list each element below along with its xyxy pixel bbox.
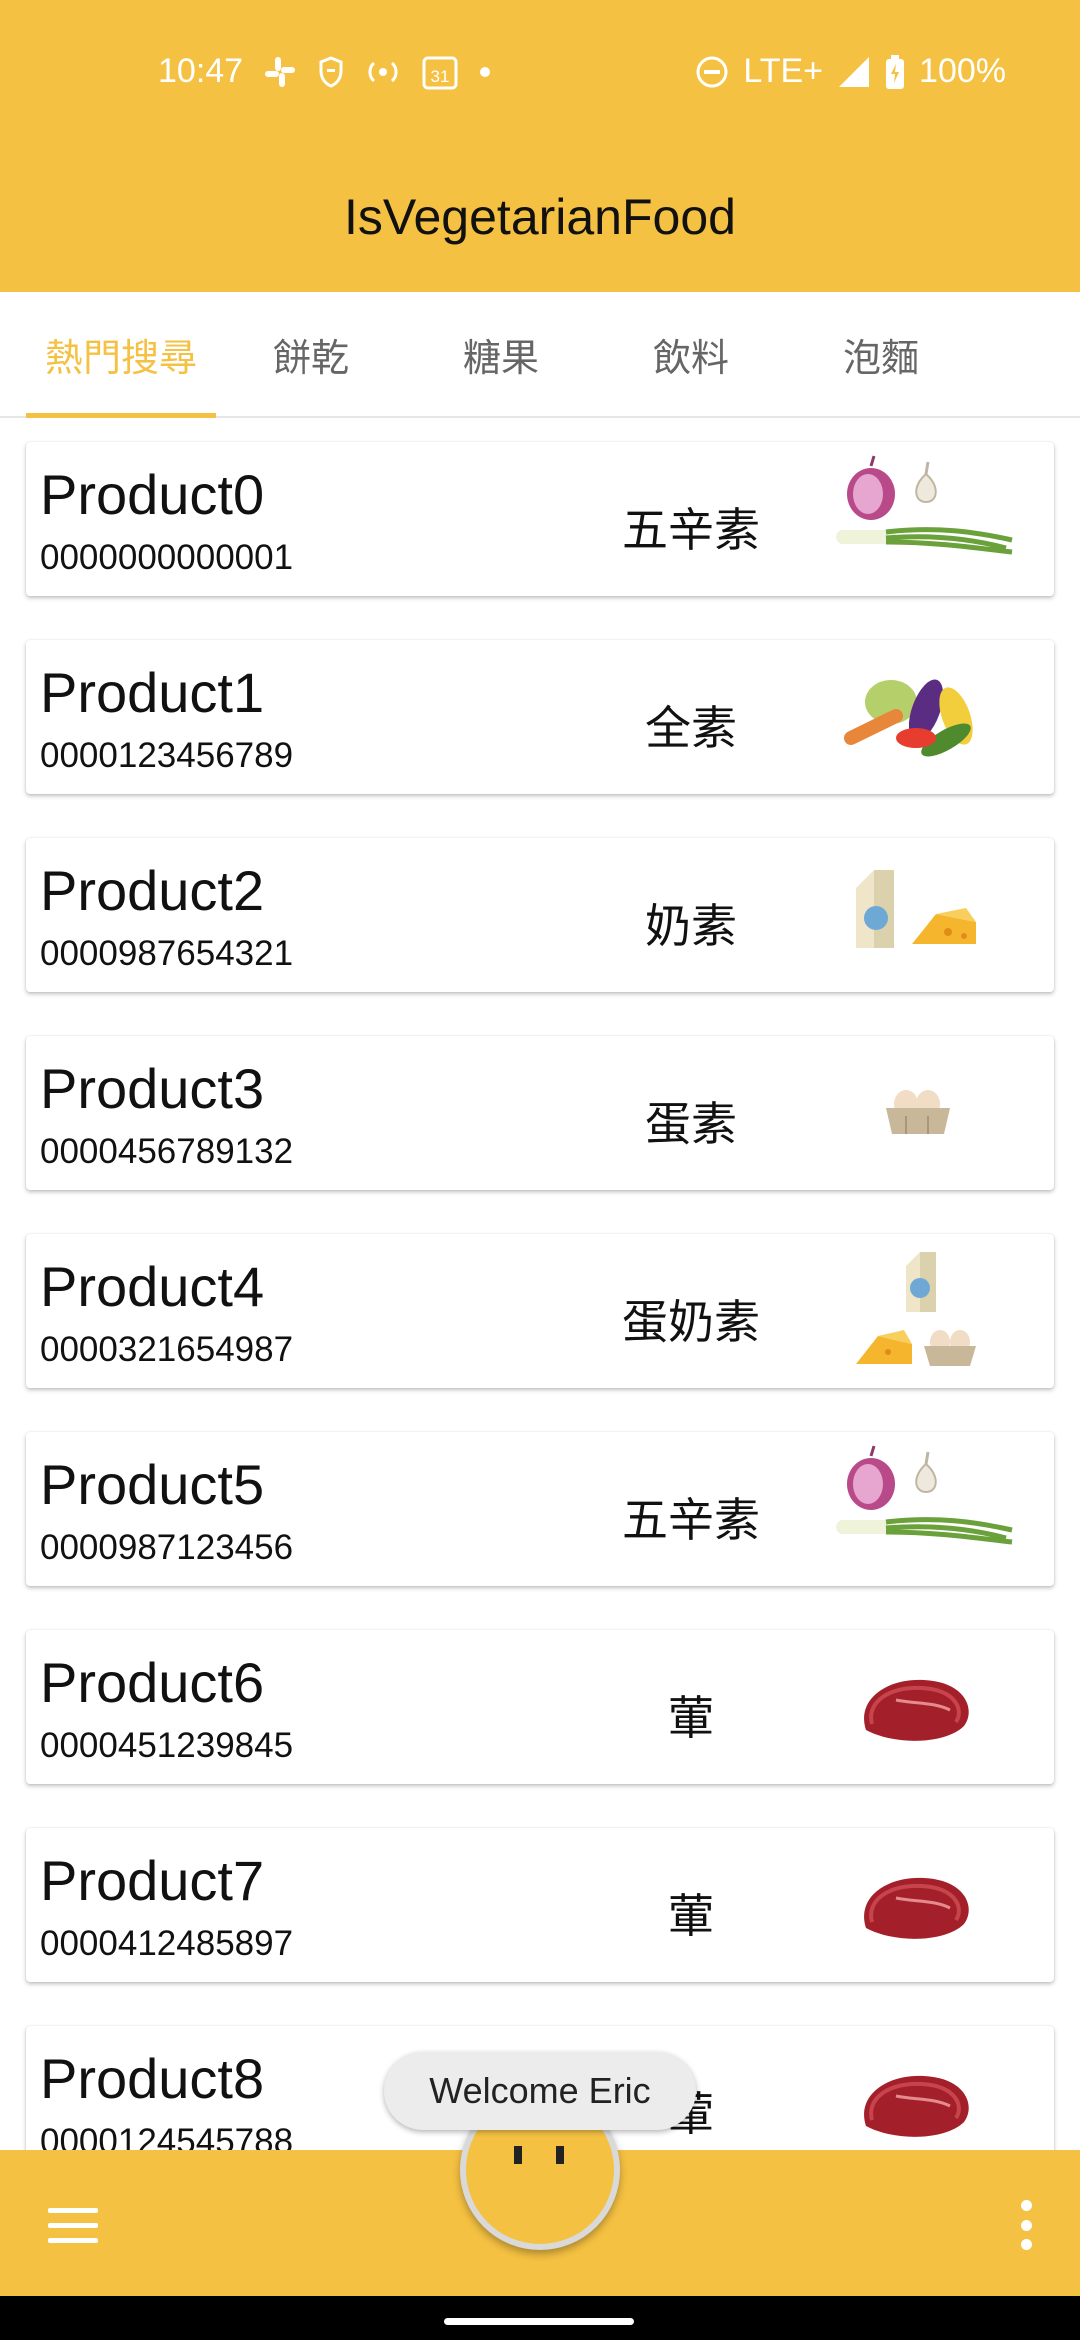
- calendar-day: 31: [431, 67, 450, 86]
- status-bar: 10:47 31 LTE+ 100%: [0, 0, 1080, 150]
- product-barcode: 0000124545788: [40, 2122, 294, 2150]
- product-card[interactable]: Product6 0000451239845 葷: [26, 1630, 1054, 1784]
- slack-icon: [263, 55, 297, 89]
- onion-garlic-scallion-icon: [816, 1442, 1016, 1576]
- vegetarian-type: 葷: [668, 1691, 714, 1745]
- authenticator-icon: [317, 55, 345, 89]
- dnd-icon: [695, 55, 729, 89]
- battery-icon: [885, 54, 905, 90]
- product-card[interactable]: Product0 0000000000001 五辛素: [26, 442, 1054, 596]
- tab-candy[interactable]: 糖果: [406, 292, 596, 416]
- product-card[interactable]: Product1 0000123456789 全素: [26, 640, 1054, 794]
- product-list[interactable]: Product0 0000000000001 五辛素 Product1 0000…: [0, 420, 1080, 2150]
- milk-cheese-eggs-icon: [816, 1244, 1016, 1378]
- product-name: Product3: [40, 1057, 265, 1120]
- app-bar: IsVegetarianFood: [0, 150, 1080, 292]
- vegetarian-type: 全素: [645, 701, 737, 755]
- status-time: 10:47: [158, 52, 244, 90]
- vegetarian-type: 蛋素: [645, 1097, 737, 1151]
- milk-cheese-icon: [816, 848, 1016, 982]
- product-card[interactable]: Product2 0000987654321 奶素: [26, 838, 1054, 992]
- onion-garlic-scallion-icon: [816, 452, 1016, 586]
- product-name: Product6: [40, 1651, 265, 1714]
- status-right: LTE+ 100%: [695, 52, 1006, 91]
- product-barcode: 0000321654987: [40, 1330, 294, 1369]
- product-barcode: 0000987654321: [40, 934, 294, 973]
- product-name: Product0: [40, 463, 265, 526]
- status-left: 10:47 31: [158, 52, 491, 91]
- vegetarian-type: 五辛素: [622, 1493, 760, 1547]
- menu-icon[interactable]: [48, 2208, 98, 2248]
- home-gesture-handle[interactable]: [444, 2318, 634, 2325]
- welcome-toast: Welcome Eric: [384, 2052, 696, 2130]
- vegetarian-type: 葷: [668, 1889, 714, 1943]
- tab-drinks[interactable]: 飲料: [596, 292, 786, 416]
- product-barcode: 0000451239845: [40, 1726, 294, 1765]
- meat-icon: [816, 2036, 1016, 2150]
- product-name: Product7: [40, 1849, 265, 1912]
- product-name: Product2: [40, 859, 265, 922]
- meat-icon: [816, 1838, 1016, 1972]
- product-barcode: 0000412485897: [40, 1924, 294, 1963]
- product-card[interactable]: Product7 0000412485897 葷: [26, 1828, 1054, 1982]
- product-name: Product1: [40, 661, 265, 724]
- product-barcode: 0000456789132: [40, 1132, 294, 1171]
- product-card[interactable]: Product3 0000456789132 蛋素: [26, 1036, 1054, 1190]
- category-tabs: 熱門搜尋 餅乾 糖果 飲料 泡麵: [0, 292, 1080, 418]
- tab-popular[interactable]: 熱門搜尋: [26, 292, 216, 418]
- product-barcode: 0000987123456: [40, 1528, 294, 1567]
- tab-instant-noodles[interactable]: 泡麵: [786, 292, 976, 416]
- product-barcode: 0000123456789: [40, 736, 294, 775]
- product-card[interactable]: Product4 0000321654987 蛋奶素: [26, 1234, 1054, 1388]
- product-name: Product4: [40, 1255, 265, 1318]
- more-options-icon[interactable]: [1018, 2200, 1034, 2250]
- product-card[interactable]: Product5 0000987123456 五辛素: [26, 1432, 1054, 1586]
- vegetables-icon: [816, 650, 1016, 784]
- meat-icon: [816, 1640, 1016, 1774]
- product-name: Product8: [40, 2047, 265, 2110]
- signal-icon: [837, 55, 871, 89]
- app-title: IsVegetarianFood: [344, 189, 736, 245]
- battery-level: 100%: [919, 52, 1006, 90]
- hotspot-icon: [365, 57, 401, 87]
- product-barcode: 0000000000001: [40, 538, 294, 577]
- eggs-icon: [816, 1046, 1016, 1180]
- notification-dot-icon: [479, 66, 491, 78]
- vegetarian-type: 奶素: [645, 899, 737, 953]
- product-name: Product5: [40, 1453, 265, 1516]
- vegetarian-type: 五辛素: [622, 503, 760, 557]
- tab-cookies[interactable]: 餅乾: [216, 292, 406, 416]
- network-label: LTE+: [743, 52, 824, 90]
- vegetarian-type: 蛋奶素: [622, 1295, 760, 1349]
- calendar-icon: 31: [421, 53, 459, 91]
